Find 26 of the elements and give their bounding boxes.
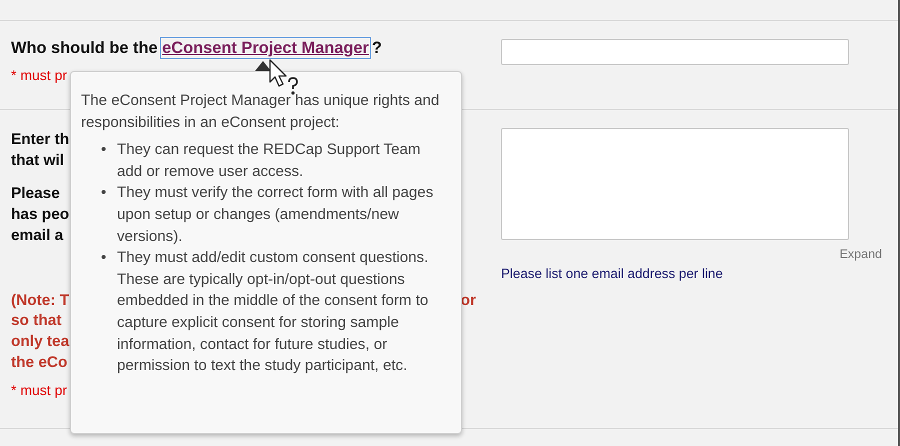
note-text: so that (11, 311, 62, 332)
bullet-marker: • (101, 248, 108, 268)
note-text: (Note: T (11, 290, 70, 311)
bullet-marker: • (101, 183, 108, 204)
question-text: that wil (11, 150, 64, 171)
tooltip-bullet-item: They can request the REDCap Support Team add or remove user access. (117, 140, 422, 182)
expand-link[interactable]: Expand (840, 246, 882, 262)
tooltip-arrow-icon (255, 61, 271, 71)
question-label: Who should be the eConsent Project Manager ? (11, 38, 382, 58)
note-text: only tea (11, 332, 70, 352)
help-link[interactable]: eConsent Project Manager (162, 39, 369, 57)
question-text: Please (11, 184, 60, 204)
note-text: or (460, 290, 476, 311)
tooltip-bullet-item: They must add/edit custom consent questions. These are typically opt-in/opt-out questions embedded in the middle of the consent form to capture explicit consent for storing sample information, contact for future studies, or permission to text the study participant, etc. (117, 248, 430, 376)
note-text: the eCo (11, 352, 68, 373)
question-text: has peo (11, 205, 70, 226)
required-note: * must pr (11, 66, 68, 85)
bullet-marker: • (101, 140, 108, 160)
hint-text: Please list one email address per line (501, 265, 724, 283)
text-input-field[interactable] (501, 39, 849, 65)
tooltip-intro: The eConsent Project Manager has unique rights and responsibilities in an eConsent project: (81, 91, 440, 133)
question-text: email a (11, 226, 64, 246)
required-note: * must pr (11, 381, 68, 400)
question-text: Enter th (11, 130, 70, 150)
email-list-field[interactable] (501, 128, 849, 240)
tooltip-bullet-item: They must verify the correct form with all pages upon setup or changes (amendments/new versions). (117, 183, 434, 247)
